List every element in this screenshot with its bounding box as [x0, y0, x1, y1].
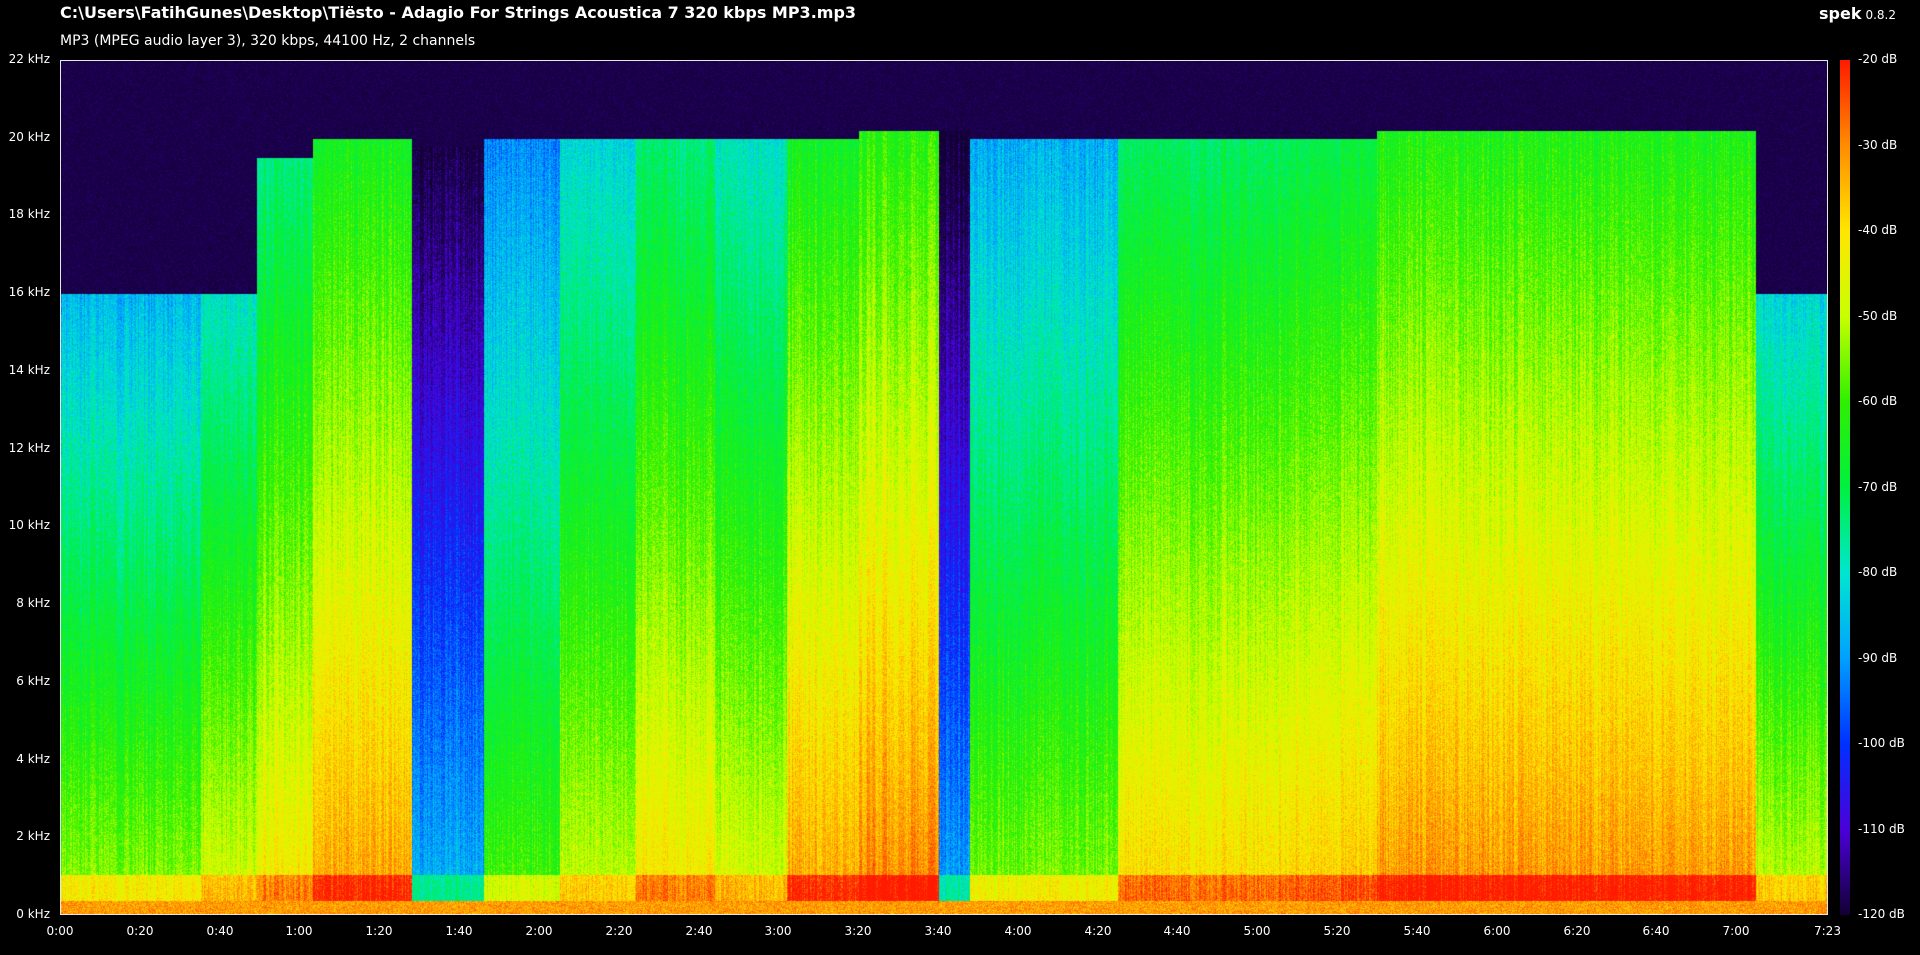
db-tick-label: -30 dB — [1858, 138, 1898, 152]
app-version: 0.8.2 — [1865, 8, 1896, 22]
db-tick-label: -70 dB — [1858, 480, 1898, 494]
time-tick-label: 3:00 — [764, 924, 792, 938]
time-tick-label: 1:00 — [285, 924, 313, 938]
db-tick-label: -110 dB — [1858, 822, 1905, 836]
time-tick-label: 2:40 — [685, 924, 713, 938]
db-tick-label: -80 dB — [1858, 565, 1898, 579]
db-tick-label: -90 dB — [1858, 651, 1898, 665]
frequency-tick-label: 0 kHz — [16, 907, 50, 921]
time-tick-label: 5:00 — [1243, 924, 1271, 938]
time-tick-label: 4:20 — [1084, 924, 1112, 938]
time-tick-label: 5:40 — [1403, 924, 1431, 938]
frequency-tick-label: 20 kHz — [8, 130, 50, 144]
time-tick-label: 4:00 — [1004, 924, 1032, 938]
db-tick-label: -40 dB — [1858, 223, 1898, 237]
time-tick-label: 3:20 — [844, 924, 872, 938]
app-brand: spek 0.8.2 — [1819, 4, 1896, 23]
time-tick-label: 7:00 — [1722, 924, 1750, 938]
time-tick-label: 3:40 — [924, 924, 952, 938]
time-tick-label: 6:40 — [1642, 924, 1670, 938]
time-tick-label: 6:00 — [1483, 924, 1511, 938]
frequency-tick-label: 12 kHz — [8, 441, 50, 455]
db-tick-label: -50 dB — [1858, 309, 1898, 323]
spectrogram-plot[interactable] — [60, 60, 1828, 915]
frequency-tick-label: 4 kHz — [16, 752, 50, 766]
frequency-tick-label: 14 kHz — [8, 363, 50, 377]
time-tick-label: 1:20 — [365, 924, 393, 938]
time-tick-label: 1:40 — [445, 924, 473, 938]
frequency-tick-label: 6 kHz — [16, 674, 50, 688]
db-tick-label: -120 dB — [1858, 907, 1905, 921]
app-name: spek — [1818, 4, 1862, 23]
time-tick-label: 2:20 — [605, 924, 633, 938]
frequency-tick-label: 22 kHz — [8, 52, 50, 66]
spek-window: C:\Users\FatihGunes\Desktop\Tiësto - Ada… — [0, 0, 1920, 955]
time-tick-label: 0:40 — [206, 924, 234, 938]
spectrogram-canvas — [61, 61, 1827, 914]
frequency-tick-label: 10 kHz — [8, 518, 50, 532]
frequency-tick-label: 8 kHz — [16, 596, 50, 610]
frequency-tick-label: 16 kHz — [8, 285, 50, 299]
db-tick-label: -60 dB — [1858, 394, 1898, 408]
db-tick-label: -100 dB — [1858, 736, 1905, 750]
db-colorbar — [1840, 60, 1850, 915]
time-tick-label: 7:23 — [1814, 924, 1841, 938]
frequency-tick-label: 2 kHz — [16, 829, 50, 843]
time-tick-label: 4:40 — [1163, 924, 1191, 938]
file-path-title: C:\Users\FatihGunes\Desktop\Tiësto - Ada… — [60, 3, 857, 22]
time-tick-label: 5:20 — [1323, 924, 1351, 938]
time-tick-label: 6:20 — [1563, 924, 1591, 938]
time-tick-label: 0:00 — [46, 924, 74, 938]
time-tick-label: 2:00 — [525, 924, 553, 938]
file-format-info: MP3 (MPEG audio layer 3), 320 kbps, 4410… — [60, 33, 476, 49]
db-tick-label: -20 dB — [1858, 52, 1898, 66]
frequency-tick-label: 18 kHz — [8, 207, 50, 221]
time-tick-label: 0:20 — [126, 924, 154, 938]
